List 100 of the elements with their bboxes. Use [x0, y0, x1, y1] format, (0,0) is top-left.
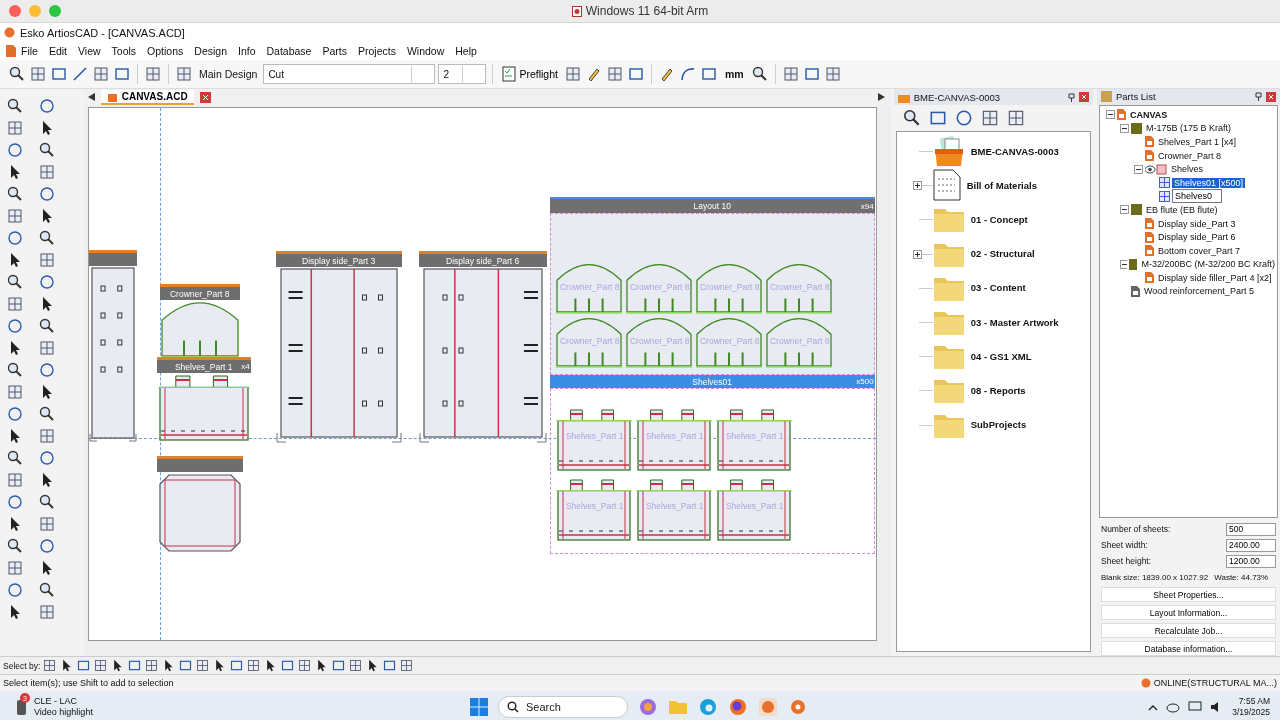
circle-tool-icon[interactable] — [6, 229, 24, 247]
rectangle-tool-icon[interactable] — [113, 65, 131, 83]
grid-icon[interactable] — [38, 339, 56, 357]
magnifier-icon[interactable] — [6, 449, 24, 467]
chevron-up-icon[interactable] — [1148, 703, 1159, 711]
close-icon[interactable] — [1079, 92, 1089, 102]
project-tree-item[interactable]: SubProjects — [970, 419, 1027, 431]
app-logo-icon[interactable] — [788, 698, 808, 716]
close-icon[interactable] — [199, 91, 211, 103]
app-logo-icon[interactable] — [758, 698, 778, 716]
panel-button[interactable]: Recalculate Job... — [1101, 623, 1276, 638]
menu-item[interactable]: Parts — [317, 45, 353, 57]
document-tab[interactable]: CANVAS.ACD — [100, 89, 194, 105]
rectangle-tool-icon[interactable] — [280, 658, 296, 673]
grid-icon[interactable] — [38, 163, 56, 181]
project-tree-item[interactable]: 08 - Reports — [970, 384, 1026, 396]
project-tree-item[interactable]: 04 - GS1 XML — [970, 350, 1032, 362]
grid-icon[interactable] — [38, 603, 56, 621]
circle-tool-icon[interactable] — [38, 537, 56, 555]
grid-icon[interactable] — [93, 658, 109, 673]
magnifier-icon[interactable] — [8, 65, 26, 83]
grid-icon[interactable] — [6, 383, 24, 401]
rename-field[interactable]: Shelves0 — [1172, 189, 1222, 204]
browser-icon[interactable] — [728, 698, 748, 716]
tree-item[interactable]: Bottom cover_Part 7 — [1156, 245, 1243, 256]
grid-icon[interactable] — [297, 658, 313, 673]
number-field[interactable]: 2400.00 — [1226, 538, 1276, 552]
project-tree-item[interactable]: Bill of Materials — [966, 179, 1037, 191]
eye-icon[interactable] — [1145, 163, 1167, 175]
grid-icon[interactable] — [399, 658, 415, 673]
pin-icon[interactable] — [1068, 92, 1075, 102]
grid-icon[interactable] — [6, 559, 24, 577]
magnifier-icon[interactable] — [6, 273, 24, 291]
tree-item[interactable]: Shelves01 [x500] — [1172, 177, 1246, 188]
tree-item[interactable]: Shelves_Part 1 [x4] — [1156, 136, 1239, 147]
close-button[interactable] — [9, 5, 21, 17]
curve-tool-icon[interactable] — [678, 65, 697, 83]
menu-item[interactable]: Database — [261, 45, 318, 57]
grid-icon[interactable] — [29, 65, 47, 83]
project-tree-item[interactable]: 03 - Master Artwork — [970, 316, 1059, 328]
units-label[interactable]: mm — [720, 68, 748, 80]
preflight-button[interactable]: Preflight — [499, 66, 561, 82]
project-tree-item[interactable]: 03 - Content — [970, 282, 1026, 294]
rectangle-tool-icon[interactable] — [382, 658, 398, 673]
circle-tool-icon[interactable] — [6, 493, 24, 511]
project-tree-item[interactable]: BME-CANVAS-0003 — [970, 145, 1059, 157]
tree-item[interactable]: M-175B (175 B Kraft) — [1144, 123, 1234, 134]
menu-item[interactable]: Help — [450, 45, 483, 57]
tree-item[interactable]: Wood reinforcement_Part 5 — [1142, 286, 1256, 297]
project-tree-item[interactable]: 02 - Structural — [970, 248, 1035, 260]
scroll-left-icon[interactable] — [87, 93, 95, 101]
rectangle-tool-icon[interactable] — [127, 658, 143, 673]
cloud-icon[interactable] — [1166, 701, 1181, 713]
menu-item[interactable]: Design — [189, 45, 233, 57]
grid-icon[interactable] — [781, 65, 800, 83]
drawing-canvas[interactable] — [87, 107, 877, 641]
grid-icon[interactable] — [144, 65, 162, 83]
grid-icon[interactable] — [348, 658, 364, 673]
circle-tool-icon[interactable] — [6, 141, 24, 159]
line-tool-icon[interactable] — [71, 65, 89, 83]
collapse-icon[interactable] — [1106, 110, 1115, 120]
number-field[interactable]: 1200.00 — [1226, 554, 1276, 568]
scroll-right-icon[interactable] — [877, 93, 885, 101]
menu-item[interactable]: View — [73, 45, 107, 57]
circle-tool-icon[interactable] — [38, 97, 56, 115]
grid-icon[interactable] — [195, 658, 211, 673]
phone-icon[interactable] — [16, 698, 28, 716]
magnifier-icon[interactable] — [6, 361, 24, 379]
magnifier-icon[interactable] — [38, 317, 56, 335]
circle-tool-icon[interactable] — [38, 185, 56, 203]
magnifier-icon[interactable] — [38, 581, 56, 599]
magnifier-icon[interactable] — [6, 537, 24, 555]
expand-icon[interactable] — [912, 181, 922, 191]
circle-tool-icon[interactable] — [6, 581, 24, 599]
circle-tool-icon[interactable] — [38, 449, 56, 467]
rectangle-tool-icon[interactable] — [802, 65, 821, 83]
grid-icon[interactable] — [246, 658, 262, 673]
tree-item[interactable]: Display side filler_Part 4 [x2] — [1156, 272, 1274, 283]
tree-item[interactable]: Crowner_Part 8 — [1156, 150, 1224, 161]
tree-item[interactable]: EB flute (EB flute) — [1144, 204, 1220, 215]
tree-item[interactable]: Display side_Part 3 — [1156, 218, 1238, 229]
grid-icon[interactable] — [6, 207, 24, 225]
grid-icon[interactable] — [563, 65, 582, 83]
magnifier-icon[interactable] — [38, 141, 56, 159]
magnifier-icon[interactable] — [38, 493, 56, 511]
collapse-icon[interactable] — [1120, 123, 1129, 133]
collapse-icon[interactable] — [1120, 259, 1127, 269]
mode-select[interactable]: Cut — [263, 64, 436, 84]
rectangle-tool-icon[interactable] — [50, 65, 68, 83]
monitor-icon[interactable] — [1188, 701, 1203, 713]
magnifier-icon[interactable] — [901, 108, 922, 128]
grid-icon[interactable] — [6, 295, 24, 313]
search-field[interactable]: Search — [498, 696, 628, 718]
tree-item[interactable]: M-32/200BC (M-32/200 BC Kraft) — [1139, 259, 1277, 270]
magnifier-icon[interactable] — [750, 65, 769, 83]
grid-icon[interactable] — [38, 515, 56, 533]
collapse-icon[interactable] — [1120, 205, 1129, 215]
menu-item[interactable]: Options — [142, 45, 190, 57]
grid-icon[interactable] — [42, 658, 58, 673]
rectangle-tool-icon[interactable] — [76, 658, 92, 673]
